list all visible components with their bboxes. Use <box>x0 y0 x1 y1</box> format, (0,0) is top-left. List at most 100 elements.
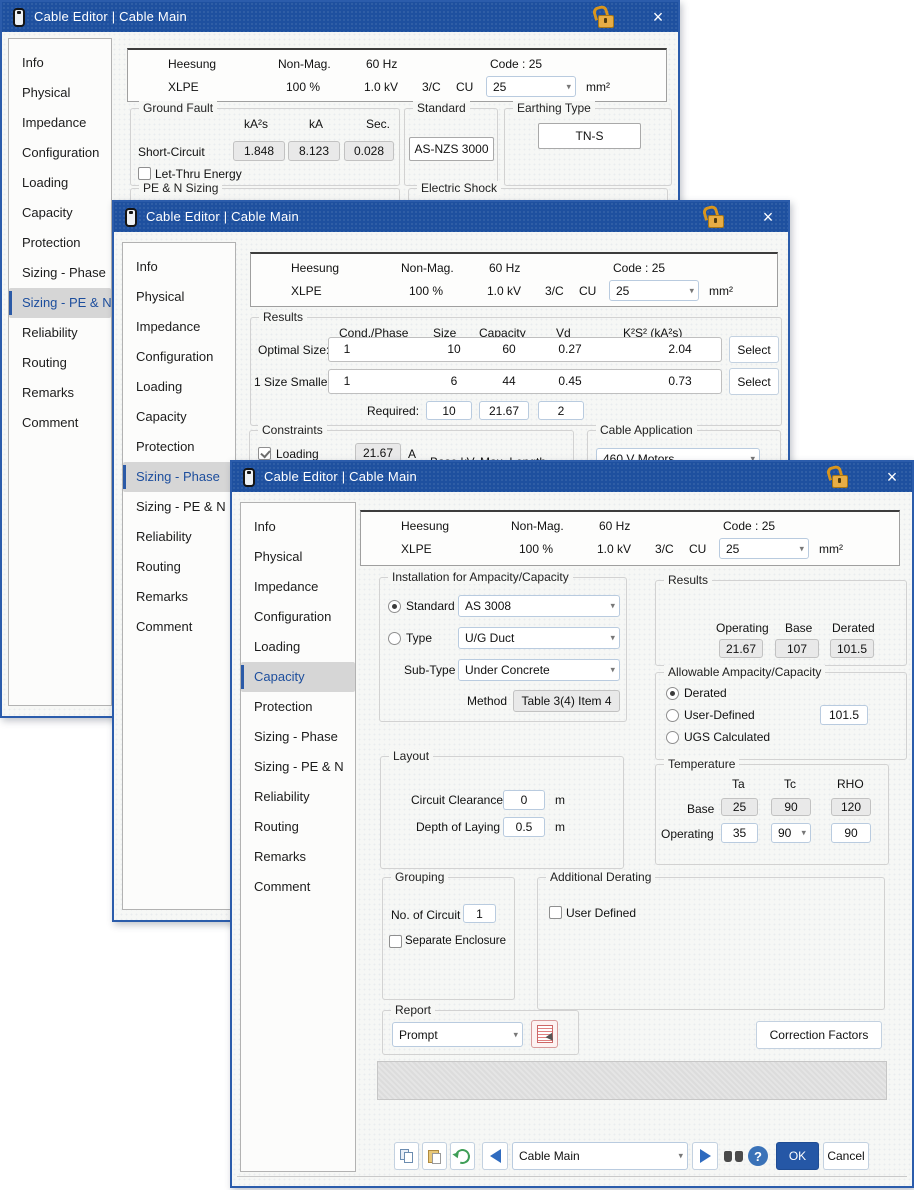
copy-button[interactable] <box>394 1142 419 1170</box>
size-dropdown[interactable]: 25 <box>609 280 699 301</box>
sidebar-item-info[interactable]: Info <box>9 48 111 78</box>
operating-ta-field[interactable]: 35 <box>721 823 758 843</box>
derated-radio[interactable] <box>666 687 679 700</box>
sidebar-item-info[interactable]: Info <box>123 252 235 282</box>
select-smaller-button[interactable]: Select <box>729 368 779 395</box>
user-defined-radio[interactable] <box>666 709 679 722</box>
disabled-panel <box>377 1061 887 1100</box>
no-of-circuit-field[interactable]: 1 <box>463 904 496 923</box>
titlebar[interactable]: Cable Editor | Cable Main × <box>2 2 678 32</box>
sidebar-item-sizing-phase[interactable]: Sizing - Phase <box>241 722 355 752</box>
correction-factors-button[interactable]: Correction Factors <box>756 1021 882 1049</box>
ugs-calculated-radio[interactable] <box>666 731 679 744</box>
select-optimal-button[interactable]: Select <box>729 336 779 363</box>
cable-selector-dropdown[interactable]: Cable Main <box>512 1142 688 1170</box>
sidebar-item-loading[interactable]: Loading <box>123 372 235 402</box>
sidebar-item-routing[interactable]: Routing <box>241 812 355 842</box>
refresh-button[interactable] <box>450 1142 475 1170</box>
required-vd-field[interactable]: 2 <box>538 401 584 420</box>
insulation-label: XLPE <box>291 284 322 298</box>
size-dropdown[interactable]: 25 <box>486 76 576 97</box>
sidebar-item-sizing-pe-n[interactable]: Sizing - PE & N <box>241 752 355 782</box>
sidebar-item-sizing-phase[interactable]: Sizing - Phase <box>123 462 235 492</box>
sidebar-item-physical[interactable]: Physical <box>241 542 355 572</box>
sidebar-item-routing[interactable]: Routing <box>9 348 111 378</box>
type-radio[interactable] <box>388 632 401 645</box>
standard-dropdown[interactable]: AS 3008 <box>458 595 620 617</box>
size-dropdown[interactable]: 25 <box>719 538 809 559</box>
sidebar-item-impedance[interactable]: Impedance <box>9 108 111 138</box>
sidebar-item-impedance[interactable]: Impedance <box>241 572 355 602</box>
help-icon[interactable]: ? <box>748 1146 768 1166</box>
ok-button[interactable]: OK <box>776 1142 819 1170</box>
report-dropdown[interactable]: Prompt <box>392 1022 523 1047</box>
close-icon[interactable]: × <box>880 465 904 489</box>
operating-tc-dropdown[interactable]: 90 <box>771 823 811 843</box>
sidebar-item-capacity[interactable]: Capacity <box>9 198 111 228</box>
depth-of-laying-field[interactable]: 0.5 <box>503 817 545 837</box>
type-dropdown[interactable]: U/G Duct <box>458 627 620 649</box>
sidebar-item-reliability[interactable]: Reliability <box>241 782 355 812</box>
sidebar-item-remarks[interactable]: Remarks <box>241 842 355 872</box>
sidebar-item-configuration[interactable]: Configuration <box>123 342 235 372</box>
sidebar-item-comment[interactable]: Comment <box>123 612 235 642</box>
type-radio-label: Type <box>406 631 432 645</box>
close-icon[interactable]: × <box>756 205 780 229</box>
sidebar-item-capacity[interactable]: Capacity <box>123 402 235 432</box>
layout-group: Layout Circuit Clearance 0 m Depth of La… <box>380 756 624 869</box>
sidebar-item-loading[interactable]: Loading <box>9 168 111 198</box>
sidebar-item-comment[interactable]: Comment <box>9 408 111 438</box>
titlebar[interactable]: Cable Editor | Cable Main × <box>114 202 788 232</box>
sidebar-item-reliability[interactable]: Reliability <box>123 522 235 552</box>
base-row-label: Base <box>687 802 714 816</box>
cancel-button[interactable]: Cancel <box>823 1142 869 1170</box>
sidebar-item-sizing-pe-n[interactable]: Sizing - PE & N <box>9 288 111 318</box>
sidebar-item-configuration[interactable]: Configuration <box>9 138 111 168</box>
sidebar-item-remarks[interactable]: Remarks <box>9 378 111 408</box>
paste-button[interactable] <box>422 1142 447 1170</box>
sidebar-item-configuration[interactable]: Configuration <box>241 602 355 632</box>
operating-rho-field[interactable]: 90 <box>831 823 871 843</box>
close-icon[interactable]: × <box>646 5 670 29</box>
sidebar-item-info[interactable]: Info <box>241 512 355 542</box>
sidebar-item-remarks[interactable]: Remarks <box>123 582 235 612</box>
next-cable-button[interactable] <box>692 1142 718 1170</box>
sidebar-item-protection[interactable]: Protection <box>241 692 355 722</box>
allowable-ampacity-group: Allowable Ampacity/Capacity Derated User… <box>655 672 907 760</box>
depth-unit-label: m <box>555 820 565 834</box>
standard-radio[interactable] <box>388 600 401 613</box>
sidebar-item-comment[interactable]: Comment <box>241 872 355 902</box>
previous-cable-button[interactable] <box>482 1142 508 1170</box>
sidebar-item-routing[interactable]: Routing <box>123 552 235 582</box>
sidebar-item-impedance[interactable]: Impedance <box>123 312 235 342</box>
frequency-label: 60 Hz <box>366 57 397 71</box>
required-capacity-field[interactable]: 21.67 <box>479 401 529 420</box>
user-defined-field[interactable]: 101.5 <box>820 705 868 725</box>
sidebar-item-reliability[interactable]: Reliability <box>9 318 111 348</box>
ground-fault-group: Ground Fault kA²s kA Sec. Short-Circuit … <box>130 108 400 186</box>
find-icon[interactable] <box>724 1150 743 1163</box>
sidebar-item-capacity[interactable]: Capacity <box>241 662 355 692</box>
titlebar[interactable]: Cable Editor | Cable Main × <box>232 462 912 492</box>
sidebar-item-physical[interactable]: Physical <box>123 282 235 312</box>
dropdown-arrow-icon <box>566 81 571 92</box>
unlocked-padlock-icon[interactable] <box>702 206 726 228</box>
let-thru-energy-checkbox[interactable] <box>138 167 151 180</box>
required-size-field[interactable]: 10 <box>426 401 472 420</box>
sidebar-item-sizing-phase[interactable]: Sizing - Phase <box>9 258 111 288</box>
subtype-dropdown[interactable]: Under Concrete <box>458 659 620 681</box>
unlocked-padlock-icon[interactable] <box>826 466 850 488</box>
separate-enclosure-checkbox[interactable] <box>389 935 402 948</box>
sidebar-item-protection[interactable]: Protection <box>9 228 111 258</box>
sidebar-item-protection[interactable]: Protection <box>123 432 235 462</box>
unlocked-padlock-icon[interactable] <box>592 6 616 28</box>
report-button[interactable] <box>531 1020 558 1048</box>
sidebar-item-physical[interactable]: Physical <box>9 78 111 108</box>
no-of-circuit-label: No. of Circuit <box>391 908 460 922</box>
loading-checkbox[interactable] <box>258 447 271 460</box>
user-defined-checkbox[interactable] <box>549 906 562 919</box>
sidebar-item-sizing-pe-n[interactable]: Sizing - PE & N <box>123 492 235 522</box>
sidebar-item-loading[interactable]: Loading <box>241 632 355 662</box>
circuit-clearance-field[interactable]: 0 <box>503 790 545 810</box>
capacity-results-group: Results Operating Base Derated 21.67 107… <box>655 580 907 666</box>
